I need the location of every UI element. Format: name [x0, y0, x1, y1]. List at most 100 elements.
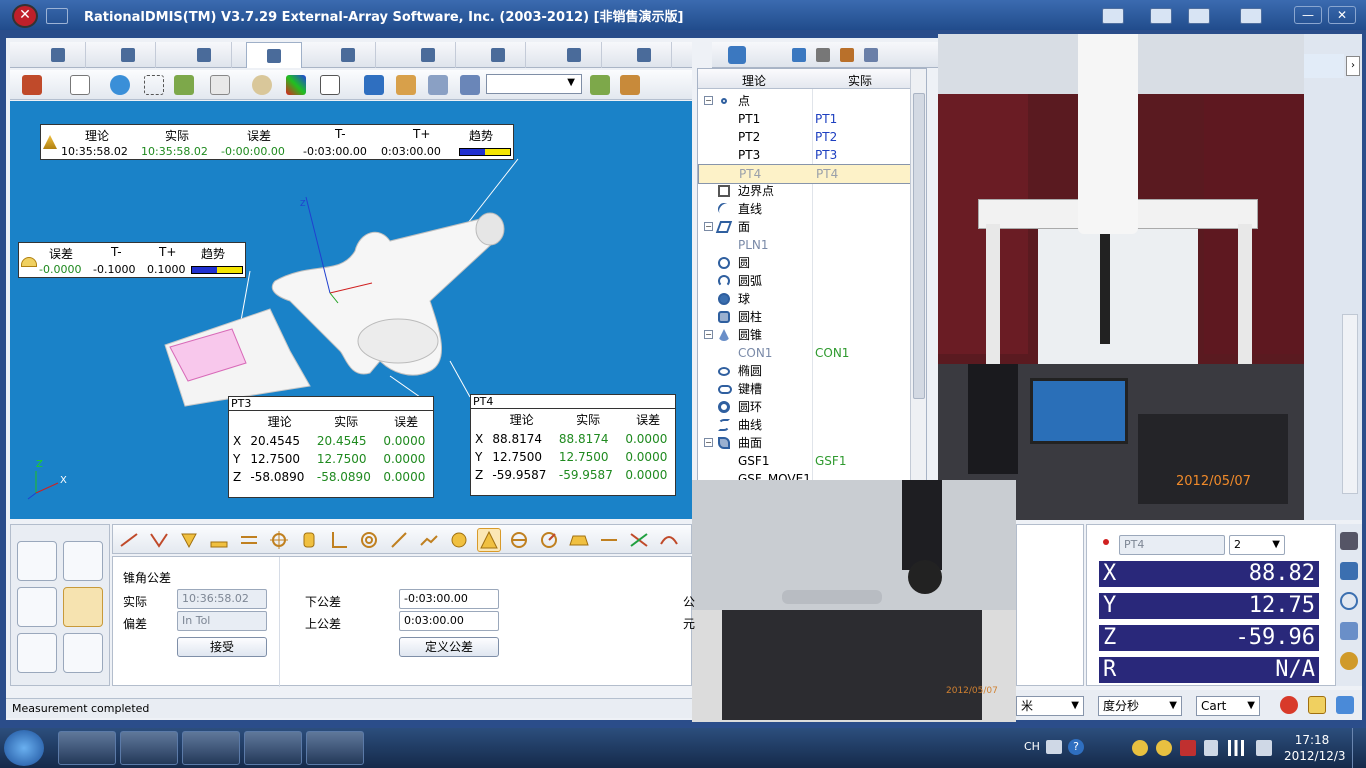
zoom-window-icon[interactable]	[144, 75, 164, 95]
device-icon[interactable]	[1204, 740, 1218, 756]
export-icon[interactable]	[1336, 696, 1354, 714]
cube-view-icon[interactable]	[364, 75, 384, 95]
system-clock[interactable]: 17:18 2012/12/3	[1284, 732, 1346, 764]
cone-angle-tool-icon[interactable]	[477, 528, 501, 552]
color-icon[interactable]	[286, 75, 306, 95]
input-language[interactable]: CH	[1024, 740, 1040, 753]
diameter-tool-icon[interactable]	[509, 530, 529, 550]
runout-tool-icon[interactable]	[389, 530, 409, 550]
cylindricity-tool-icon[interactable]	[299, 530, 319, 550]
shield-icon[interactable]	[1340, 562, 1358, 580]
list-item-selected[interactable]: PT4 PT4	[698, 164, 912, 184]
scroll-thumb[interactable]	[913, 93, 925, 399]
pointer-icon[interactable]	[1340, 622, 1358, 640]
qq-tray-icon-2[interactable]	[1156, 740, 1172, 756]
concentricity-tool-icon[interactable]	[359, 530, 379, 550]
feature-name-field[interactable]: PT4	[1119, 535, 1225, 555]
roundness-tool-icon[interactable]	[449, 530, 469, 550]
feature-tree[interactable]: 理论 实际 − 点 PT1 PT1 PT2 PT2 PT3 PT3 PT4 PT4 边界点…	[697, 68, 927, 520]
cone-tool-icon[interactable]	[179, 530, 199, 550]
tab-probe[interactable]	[30, 42, 86, 68]
taskbar-explorer[interactable]	[58, 731, 116, 765]
profile-tool-icon[interactable]	[659, 530, 679, 550]
box-icon[interactable]	[840, 48, 854, 62]
copy-icon[interactable]	[428, 75, 448, 95]
tab-graphics[interactable]	[246, 42, 302, 68]
help-icon[interactable]: ?	[1068, 739, 1084, 755]
tree-group-arc[interactable]: 圆弧	[698, 272, 912, 290]
tree-group-plane[interactable]: − 面	[698, 218, 912, 236]
probe-compensate-icon[interactable]	[1308, 696, 1326, 714]
fit-icon[interactable]	[174, 75, 194, 95]
tree-group-point[interactable]: − 点	[698, 92, 912, 110]
tab-sensor[interactable]	[400, 42, 456, 68]
machine-tools-button[interactable]	[63, 633, 103, 673]
rotate-icon[interactable]	[110, 75, 130, 95]
network-icon[interactable]	[1228, 740, 1244, 756]
keyboard-icon[interactable]	[1046, 740, 1062, 754]
taskbar-ie[interactable]	[120, 731, 178, 765]
coordinate-system-button[interactable]	[17, 633, 57, 673]
list-item[interactable]: CON1 CON1	[698, 344, 912, 362]
upper-tol-field[interactable]: 0:03:00.00	[399, 611, 499, 631]
tree-group-cylinder[interactable]: 圆柱	[698, 308, 912, 326]
chevron-right-icon[interactable]: ›	[1346, 56, 1360, 76]
axis-icon[interactable]	[210, 75, 230, 95]
machine-icon[interactable]	[1240, 8, 1262, 24]
coordinate-type-select[interactable]: Cart ▼	[1196, 696, 1260, 716]
home-icon[interactable]	[22, 75, 42, 95]
package-icon[interactable]	[620, 75, 640, 95]
layout-icon[interactable]	[864, 48, 878, 62]
section-icon[interactable]	[460, 75, 480, 95]
tree-group-cone[interactable]: − 圆锥	[698, 326, 912, 344]
radius-tool-icon[interactable]	[539, 530, 559, 550]
list-item[interactable]: PT3 PT3	[698, 146, 912, 164]
tree-group-slot[interactable]: 键槽	[698, 380, 912, 398]
qq-tray-icon[interactable]	[1132, 740, 1148, 756]
length-unit-select[interactable]: 米 ▼	[1016, 696, 1084, 716]
parallel-tool-icon[interactable]	[239, 530, 259, 550]
intersection-tool-icon[interactable]	[629, 530, 649, 550]
link-icon[interactable]	[1102, 8, 1124, 24]
gear-icon[interactable]	[1340, 652, 1358, 670]
tab-report[interactable]	[176, 42, 232, 68]
eye-icon[interactable]	[252, 75, 272, 95]
tab-program[interactable]	[100, 42, 156, 68]
tree-group-circle[interactable]: 圆	[698, 254, 912, 272]
width-tool-icon[interactable]	[569, 530, 589, 550]
tolerance-button[interactable]	[63, 587, 103, 627]
search-icon[interactable]	[1340, 592, 1358, 610]
tree-group-torus[interactable]: 圆环	[698, 398, 912, 416]
cursor-icon[interactable]	[70, 75, 90, 95]
probe-select[interactable]: 2 ▼	[1229, 535, 1285, 555]
sensor-button[interactable]	[17, 587, 57, 627]
list-item[interactable]: GSF1 GSF1	[698, 452, 912, 470]
probe-icon[interactable]	[1340, 532, 1358, 550]
display-icon[interactable]	[320, 75, 340, 95]
taskbar-qq[interactable]	[182, 731, 240, 765]
add-view-icon[interactable]	[590, 75, 610, 95]
feature-tree-icon[interactable]	[728, 46, 746, 64]
accept-button[interactable]: 接受	[177, 637, 267, 657]
list-item[interactable]: PT2 PT2	[698, 128, 912, 146]
list-item[interactable]: PLN1	[698, 236, 912, 254]
list-item[interactable]: PT1 PT1	[698, 110, 912, 128]
cube-icon[interactable]	[792, 48, 806, 62]
lower-tol-field[interactable]: -0:03:00.00	[399, 589, 499, 609]
report-icon[interactable]	[1188, 8, 1210, 24]
tree-group-curve[interactable]: 曲线	[698, 416, 912, 434]
tab-cad[interactable]	[320, 42, 376, 68]
close-button[interactable]: ✕	[1328, 6, 1356, 24]
tab-compare[interactable]	[470, 42, 526, 68]
show-desktop-button[interactable]	[1352, 728, 1366, 768]
probe-icon[interactable]	[816, 48, 830, 62]
tree-group-sphere[interactable]: 球	[698, 290, 912, 308]
probe-settings-button[interactable]	[17, 541, 57, 581]
alert-icon[interactable]	[1180, 740, 1196, 756]
angle-tool-icon[interactable]	[149, 530, 169, 550]
align-icon[interactable]	[396, 75, 416, 95]
line-tool-icon[interactable]	[119, 530, 139, 550]
start-button[interactable]	[4, 730, 44, 766]
volume-icon[interactable]	[1256, 740, 1272, 756]
record-icon[interactable]	[1280, 696, 1298, 714]
